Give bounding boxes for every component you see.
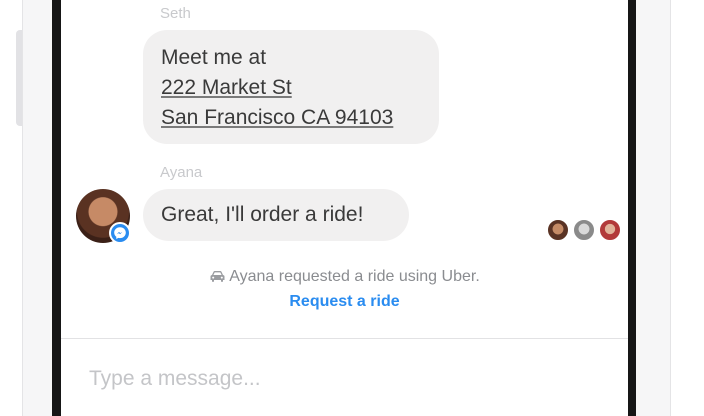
message-text: Great, I'll order a ride! [161, 203, 364, 226]
ride-request-notice: Ayana requested a ride using Uber. [61, 268, 628, 286]
phone-bezel-left [22, 0, 54, 416]
messenger-badge-icon [109, 222, 131, 244]
request-ride-label: Request a ride [289, 293, 400, 310]
address-link-street[interactable]: 222 Market St [161, 72, 292, 103]
read-receipt-avatar [573, 219, 595, 241]
messenger-screen: Seth Meet me at 222 Market St San Franci… [61, 0, 628, 416]
car-icon [210, 271, 225, 282]
ride-request-text: Ayana requested a ride using Uber. [229, 268, 480, 285]
phone-frame-right [628, 0, 636, 416]
phone-frame-left [52, 0, 61, 416]
sender-name-ayana: Ayana [160, 164, 203, 181]
message-bubble-ayana: Great, I'll order a ride! [143, 189, 409, 241]
message-text: Meet me at [161, 46, 267, 69]
address-link-city[interactable]: San Francisco CA 94103 [161, 102, 393, 133]
read-receipt-avatar [599, 219, 621, 241]
message-composer [61, 339, 628, 416]
sender-name-seth: Seth [160, 5, 191, 22]
phone-bezel-right [636, 0, 671, 416]
read-receipt-avatar [547, 219, 569, 241]
message-bubble-seth: Meet me at 222 Market St San Francisco C… [143, 30, 439, 144]
request-ride-link[interactable]: Request a ride [61, 293, 628, 311]
message-input[interactable] [89, 365, 589, 393]
